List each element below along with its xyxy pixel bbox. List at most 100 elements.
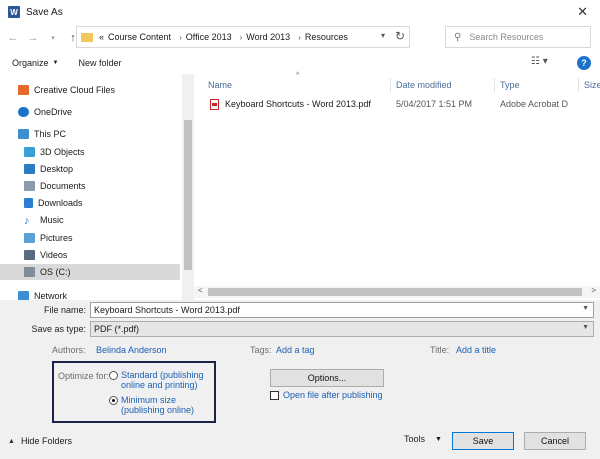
cancel-button[interactable]: Cancel — [524, 432, 586, 450]
file-type: Adobe Acrobat D — [500, 99, 569, 109]
sidebar-item-label: Downloads — [38, 198, 83, 208]
breadcrumb-separator-icon[interactable]: › — [179, 33, 182, 42]
column-header-size[interactable]: Size — [584, 80, 600, 90]
column-header-date-modified[interactable]: Date modified — [396, 80, 452, 90]
scroll-left-icon[interactable]: < — [198, 286, 203, 295]
sidebar-item-downloads[interactable]: Downloads — [24, 195, 83, 211]
address-bar[interactable]: « Course Content › Office 2013 › Word 20… — [76, 26, 410, 48]
3d-objects-icon — [24, 147, 35, 157]
column-header-name[interactable]: Name — [208, 80, 232, 90]
title-label: Title: — [430, 345, 450, 355]
sidebar-item-label: Pictures — [40, 233, 73, 243]
scrollbar-thumb[interactable] — [208, 288, 582, 296]
computer-icon — [18, 129, 29, 139]
back-icon[interactable]: ← — [6, 32, 20, 44]
breadcrumb-resources[interactable]: Resources — [305, 32, 348, 42]
help-icon[interactable]: ? — [577, 56, 591, 70]
authors-field[interactable]: Belinda Anderson — [96, 345, 167, 355]
breadcrumb-separator-icon[interactable]: › — [298, 33, 301, 42]
column-divider — [578, 78, 579, 92]
column-divider — [390, 78, 391, 92]
sidebar-item-videos[interactable]: Videos — [24, 247, 67, 263]
optimize-for-label: Optimize for: — [58, 371, 110, 381]
creative-cloud-icon — [18, 85, 29, 95]
refresh-icon[interactable]: ↻ — [395, 29, 405, 43]
save-as-type-label: Save as type: — [31, 324, 86, 334]
open-after-publishing-checkbox[interactable] — [270, 391, 279, 400]
downloads-icon — [24, 198, 33, 208]
chevron-down-icon[interactable]: ▼ — [582, 305, 589, 312]
title-field[interactable]: Add a title — [456, 345, 496, 355]
optimize-minimum-radio[interactable] — [109, 396, 118, 405]
file-list-scrollbar[interactable]: < > — [194, 286, 600, 298]
sidebar-item-onedrive[interactable]: OneDrive — [18, 104, 72, 120]
options-button[interactable]: Options... — [270, 369, 384, 387]
desktop-icon — [24, 164, 35, 174]
sidebar-item-label: Creative Cloud Files — [34, 85, 116, 95]
navigation-scrollbar[interactable] — [182, 74, 194, 300]
pdf-icon — [210, 98, 219, 110]
pictures-icon — [24, 233, 35, 243]
breadcrumb-overflow[interactable]: « — [99, 32, 104, 42]
breadcrumb-separator-icon[interactable]: › — [240, 33, 243, 42]
sidebar-item-3d-objects[interactable]: 3D Objects — [24, 144, 85, 160]
network-icon — [18, 291, 29, 300]
column-header-type[interactable]: Type — [500, 80, 520, 90]
title-bar: W Save As ✕ — [0, 0, 600, 24]
sidebar-item-os-c[interactable]: OS (C:) — [0, 264, 180, 280]
save-as-type-select[interactable]: PDF (*.pdf) ▼ — [90, 321, 594, 337]
sidebar-item-creative-cloud[interactable]: Creative Cloud Files — [18, 82, 115, 98]
sidebar-item-this-pc[interactable]: This PC — [18, 126, 66, 142]
new-folder-button[interactable]: New folder — [78, 58, 121, 68]
optimize-standard-label[interactable]: Standard (publishing online and printing… — [121, 370, 211, 390]
file-date: 5/04/2017 1:51 PM — [396, 99, 473, 109]
breadcrumb-word-2013[interactable]: Word 2013 — [246, 32, 290, 42]
command-toolbar: Organize ▼ New folder ☷ ▾ ? — [0, 52, 600, 74]
tags-field[interactable]: Add a tag — [276, 345, 315, 355]
file-list: ^ Name Date modified Type Size Keyboard … — [198, 72, 600, 286]
recent-dropdown-icon[interactable]: ▾ — [46, 34, 60, 42]
sidebar-item-pictures[interactable]: Pictures — [24, 230, 73, 246]
sidebar-item-label: Desktop — [40, 164, 74, 174]
sidebar-item-music[interactable]: ♪ Music — [24, 212, 64, 228]
optimize-standard-radio[interactable] — [109, 371, 118, 380]
navigation-pane: Creative Cloud Files OneDrive This PC 3D… — [0, 74, 182, 300]
onedrive-icon — [18, 107, 29, 117]
optimize-minimum-label[interactable]: Minimum size (publishing online) — [121, 395, 211, 415]
address-dropdown-icon[interactable]: ▾ — [381, 31, 385, 40]
breadcrumb-office-2013[interactable]: Office 2013 — [186, 32, 232, 42]
change-view-icon[interactable]: ☷ ▾ — [531, 56, 548, 67]
open-after-publishing-label[interactable]: Open file after publishing — [283, 390, 383, 400]
save-button[interactable]: Save — [452, 432, 514, 450]
chevron-up-icon: ▲ — [8, 437, 15, 445]
tools-label: Tools — [404, 434, 426, 444]
sidebar-item-label: OS (C:) — [40, 267, 71, 277]
column-divider — [494, 78, 495, 92]
breadcrumb-course-content[interactable]: Course Content — [108, 32, 171, 42]
forward-icon[interactable]: → — [26, 32, 40, 44]
tools-button[interactable]: Tools ▼ — [404, 434, 442, 444]
close-icon[interactable]: ✕ — [577, 4, 588, 20]
hide-folders-button[interactable]: ▲ Hide Folders — [8, 436, 72, 446]
documents-icon — [24, 181, 35, 191]
file-name-input[interactable]: Keyboard Shortcuts - Word 2013.pdf ▼ — [90, 302, 594, 318]
file-name-label: File name: — [43, 305, 86, 315]
sidebar-item-documents[interactable]: Documents — [24, 178, 86, 194]
scroll-right-icon[interactable]: > — [591, 286, 596, 295]
file-row[interactable]: Keyboard Shortcuts - Word 2013.pdf 5/04/… — [198, 96, 600, 112]
folder-icon — [81, 32, 93, 42]
search-input[interactable]: ⚲ Search Resources — [445, 26, 591, 48]
new-folder-label: New folder — [78, 58, 122, 68]
scrollbar-thumb[interactable] — [184, 120, 192, 270]
chevron-down-icon[interactable]: ▼ — [582, 324, 589, 331]
organize-button[interactable]: Organize ▼ — [12, 58, 58, 68]
window-title: Save As — [26, 6, 63, 18]
sidebar-item-label: OneDrive — [34, 107, 73, 117]
chevron-down-icon: ▼ — [435, 435, 442, 443]
sidebar-item-network[interactable]: Network — [18, 288, 67, 300]
file-name: Keyboard Shortcuts - Word 2013.pdf — [225, 99, 371, 109]
search-icon: ⚲ — [454, 31, 462, 43]
sidebar-item-label: Videos — [40, 250, 68, 260]
search-placeholder: Search Resources — [469, 32, 544, 42]
sidebar-item-desktop[interactable]: Desktop — [24, 161, 73, 177]
